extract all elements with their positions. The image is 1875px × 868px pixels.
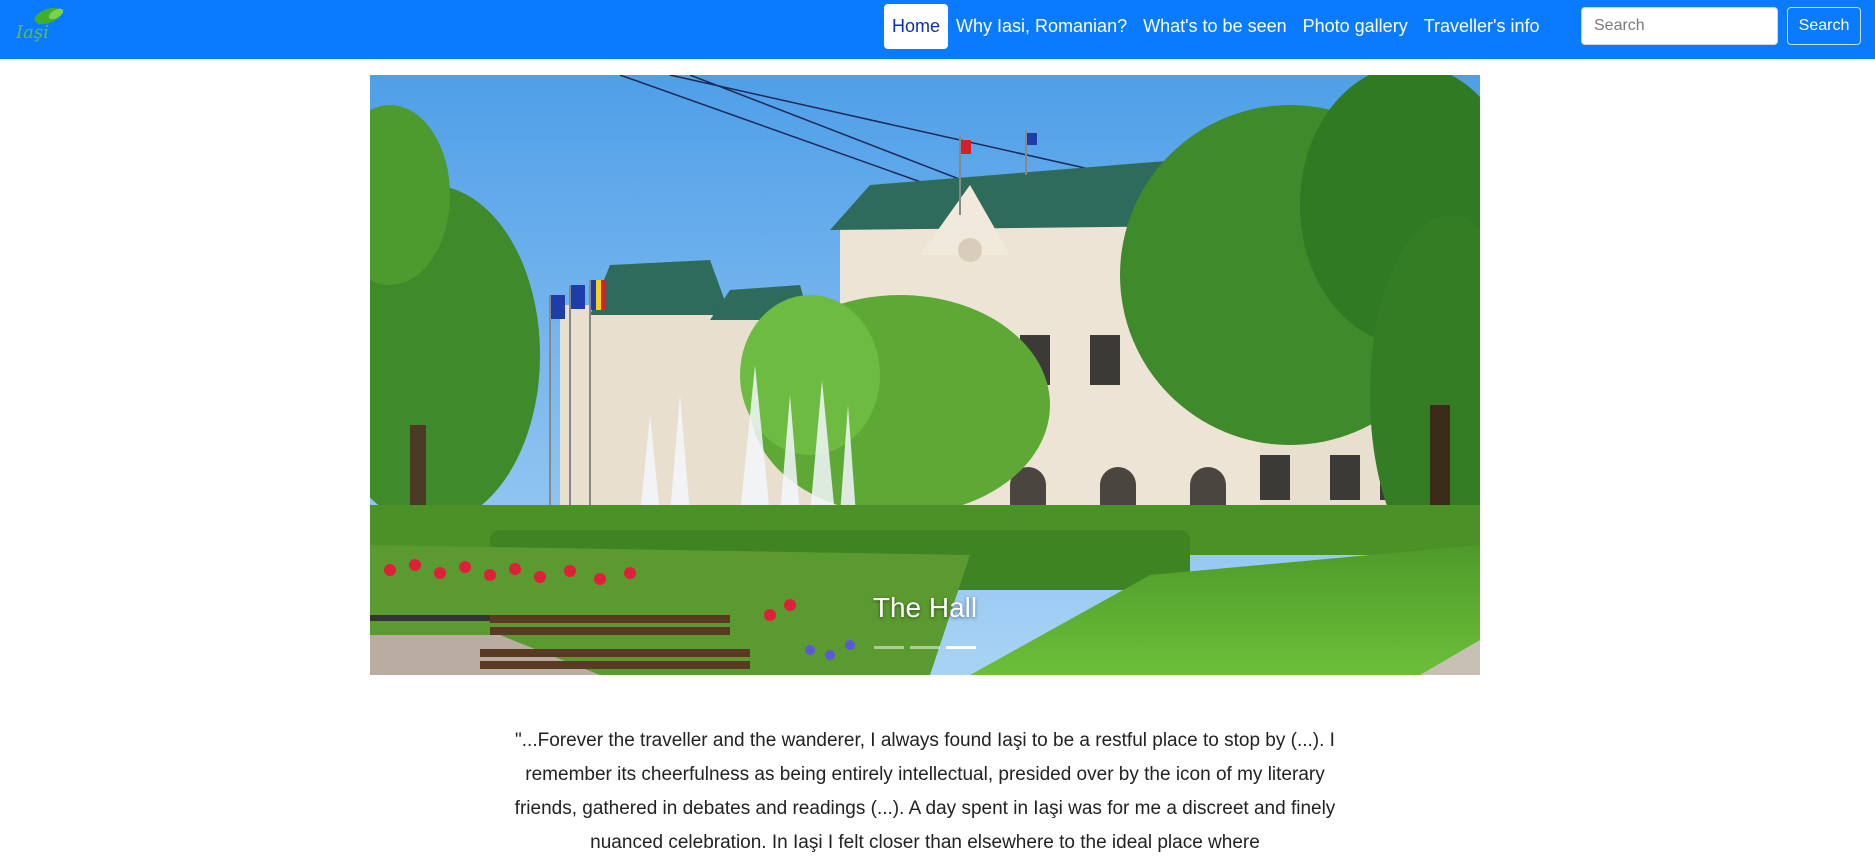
- site-logo[interactable]: Iaşi: [14, 6, 74, 46]
- search-button[interactable]: Search: [1787, 7, 1861, 45]
- carousel-indicator-1[interactable]: [874, 646, 904, 649]
- nav-link-travellers-info[interactable]: Traveller's info: [1416, 4, 1548, 49]
- image-carousel[interactable]: The Hall: [370, 75, 1480, 675]
- svg-text:Iaşi: Iaşi: [15, 22, 49, 43]
- main-nav: Home Why Iasi, Romanian? What's to be se…: [884, 4, 1548, 49]
- nav-link-why-iasi[interactable]: Why Iasi, Romanian?: [948, 4, 1135, 49]
- intro-quote: "...Forever the traveller and the wander…: [514, 730, 1336, 853]
- carousel-indicator-2[interactable]: [910, 646, 940, 649]
- nav-link-whats-to-be-seen[interactable]: What's to be seen: [1135, 4, 1295, 49]
- navbar: Iaşi Home Why Iasi, Romanian? What's to …: [0, 0, 1875, 59]
- carousel-indicators: [370, 646, 1480, 649]
- nav-link-home[interactable]: Home: [884, 4, 949, 49]
- city-hall-photo: [370, 75, 1480, 675]
- carousel-caption: The Hall: [872, 592, 978, 623]
- search-input[interactable]: [1581, 7, 1778, 45]
- nav-link-photo-gallery[interactable]: Photo gallery: [1295, 4, 1416, 49]
- carousel-indicator-3[interactable]: [946, 646, 976, 649]
